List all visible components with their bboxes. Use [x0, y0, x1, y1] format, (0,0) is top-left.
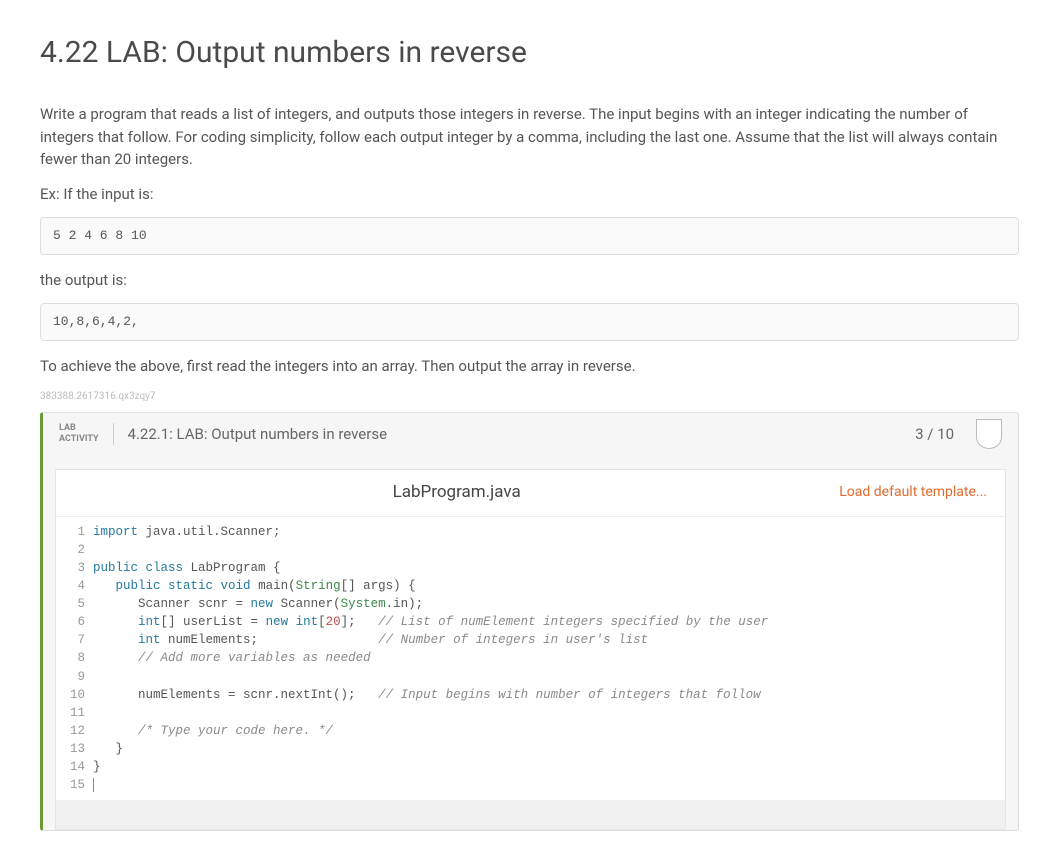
- example-input-label: Ex: If the input is:: [40, 183, 1019, 206]
- code-content[interactable]: import java.util.Scanner; public class L…: [93, 517, 768, 801]
- lab-score: 3 / 10: [915, 423, 954, 446]
- lab-subtitle: 4.22.1: LAB: Output numbers in reverse: [128, 423, 902, 446]
- editor-toolbar: LabProgram.java Load default template...: [56, 470, 1005, 517]
- score-shield-icon: [976, 419, 1002, 449]
- line-number-gutter: 1 2 3 4 5 6 7 8 9 10 11 12 13 14 15: [56, 517, 93, 801]
- filename-label: LabProgram.java: [74, 480, 839, 506]
- lab-panel: LAB ACTIVITY 4.22.1: LAB: Output numbers…: [40, 412, 1019, 831]
- problem-description: Write a program that reads a list of int…: [40, 103, 1019, 171]
- example-input-box: 5 2 4 6 8 10: [40, 217, 1019, 255]
- example-output-box: 10,8,6,4,2,: [40, 303, 1019, 341]
- code-editor[interactable]: LabProgram.java Load default template...…: [55, 469, 1006, 800]
- editor-footer: [55, 800, 1006, 830]
- load-default-template-button[interactable]: Load default template...: [839, 482, 987, 503]
- page-title: 4.22 LAB: Output numbers in reverse: [40, 30, 1019, 75]
- text-cursor-icon: [93, 778, 94, 792]
- lab-activity-tag: LAB ACTIVITY: [59, 423, 114, 445]
- activity-id: 383388.2617316.qx3zqy7: [40, 389, 1019, 404]
- hint-text: To achieve the above, first read the int…: [40, 355, 1019, 378]
- example-output-label: the output is:: [40, 269, 1019, 292]
- lab-header: LAB ACTIVITY 4.22.1: LAB: Output numbers…: [43, 413, 1018, 455]
